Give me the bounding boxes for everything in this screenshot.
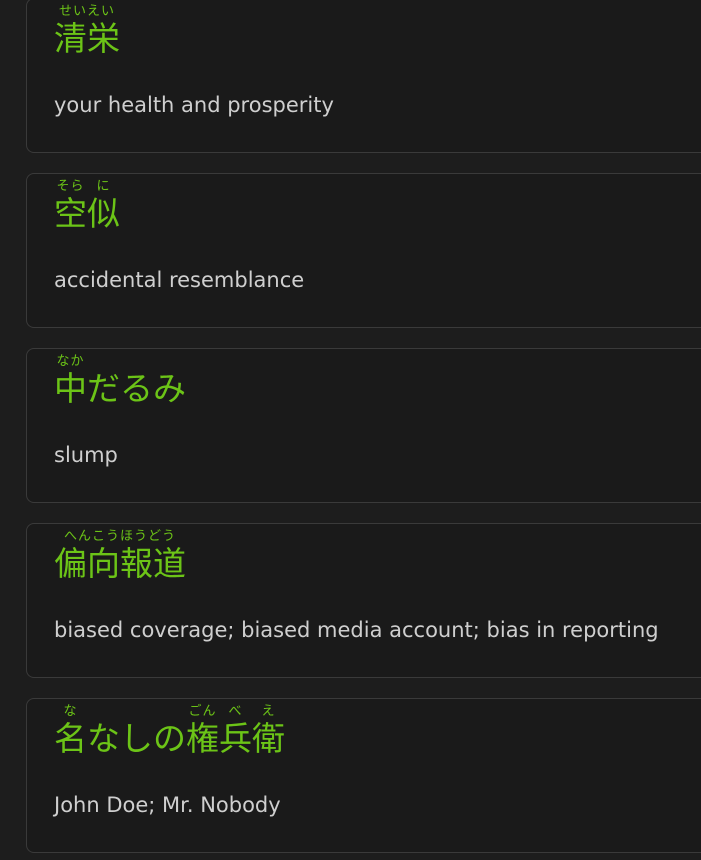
entry-word: せいえい 清栄: [54, 5, 120, 59]
furigana-reading: に: [96, 179, 111, 194]
kana-text: だるみ: [87, 369, 186, 408]
entry-word: そら 空 に 似: [54, 180, 120, 234]
kanji-text: 兵: [219, 719, 252, 758]
word-segment: なか 中: [54, 355, 87, 409]
entry-meaning: John Doe; Mr. Nobody: [54, 793, 281, 817]
kanji-text: 衛: [252, 719, 285, 758]
entry-card[interactable]: せいえい 清栄 your health and prosperity: [26, 0, 701, 153]
kanji-text: 空: [54, 194, 87, 233]
furigana-reading: せいえい: [58, 4, 115, 19]
kanji-text: 偏向報道: [54, 544, 186, 583]
entry-meaning: biased coverage; biased media account; b…: [54, 618, 659, 642]
furigana-reading: へんこうほうどう: [63, 529, 176, 544]
furigana-reading: な: [63, 704, 78, 719]
word-segment: そら 空: [54, 180, 87, 234]
furigana-reading: ごん: [188, 704, 217, 719]
entry-card[interactable]: へんこうほうどう 偏向報道 biased coverage; biased me…: [26, 523, 701, 678]
kanji-text: 中: [54, 369, 87, 408]
word-segment: ごん 権: [186, 705, 219, 759]
entry-word: なか 中 だるみ: [54, 355, 186, 409]
entry-card[interactable]: なか 中 だるみ slump: [26, 348, 701, 503]
dictionary-entry-list: せいえい 清栄 your health and prosperity そら 空 …: [0, 0, 701, 860]
word-segment: だるみ: [87, 369, 186, 409]
furigana-reading: なか: [56, 354, 85, 369]
entry-meaning: your health and prosperity: [54, 93, 334, 117]
word-segment: せいえい 清栄: [54, 5, 120, 59]
word-segment: べ 兵: [219, 705, 252, 759]
entry-meaning: slump: [54, 443, 118, 467]
kanji-text: 権: [186, 719, 219, 758]
word-segment: な 名: [54, 705, 87, 759]
furigana-reading: え: [261, 704, 276, 719]
word-segment: へんこうほうどう 偏向報道: [54, 530, 186, 584]
word-segment: なしの: [87, 719, 186, 759]
kanji-text: 似: [87, 194, 120, 233]
word-segment: え 衛: [252, 705, 285, 759]
entry-word: へんこうほうどう 偏向報道: [54, 530, 186, 584]
furigana-reading: そら: [56, 179, 85, 194]
furigana-reading: べ: [228, 704, 243, 719]
entry-word: な 名 なしの ごん 権 べ 兵 え 衛: [54, 705, 285, 759]
kanji-text: 清栄: [54, 19, 120, 58]
kanji-text: 名: [54, 719, 87, 758]
entry-meaning: accidental resemblance: [54, 268, 305, 292]
word-segment: に 似: [87, 180, 120, 234]
entry-card[interactable]: な 名 なしの ごん 権 べ 兵 え 衛 John Doe; Mr. Nobod…: [26, 698, 701, 853]
entry-card[interactable]: そら 空 に 似 accidental resemblance: [26, 173, 701, 328]
kana-text: なしの: [87, 719, 186, 758]
